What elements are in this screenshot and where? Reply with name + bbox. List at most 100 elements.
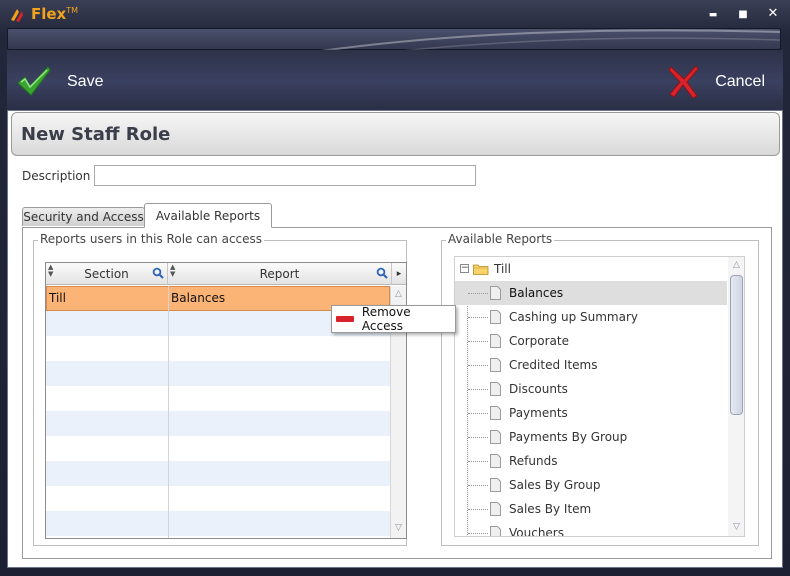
tree-connector: [468, 365, 488, 366]
maximize-icon: ■: [738, 9, 748, 20]
column-chooser-button[interactable]: ▸: [392, 263, 406, 285]
column-header-section-label: Section: [84, 267, 129, 281]
tree-item-label: Cashing up Summary: [509, 310, 638, 324]
collapse-icon[interactable]: −: [460, 264, 469, 273]
window-controls: ▬ ■ ✕: [702, 4, 784, 24]
tree-connector: [468, 413, 488, 414]
document-icon: [490, 502, 501, 516]
document-icon: [490, 334, 501, 348]
tree-item-label: Payments By Group: [509, 430, 628, 444]
app-window: FlexTM ▬ ■ ✕ Save Cancel New Staff Role: [0, 0, 790, 576]
context-menu-label: Remove Access: [361, 305, 411, 333]
empty-row: [46, 461, 390, 486]
document-icon: [490, 310, 501, 324]
empty-row: [46, 486, 390, 511]
tree-item-label: Sales By Item: [509, 502, 592, 516]
tree-item-discounts[interactable]: Discounts: [455, 377, 727, 401]
tree-item-refunds[interactable]: Refunds: [455, 449, 727, 473]
flex-logo-icon: [11, 9, 23, 22]
tree-item-label: Payments: [509, 406, 568, 420]
document-icon: [490, 286, 501, 300]
group-role-reports-legend: Reports users in this Role can access: [38, 232, 265, 246]
document-icon: [490, 478, 501, 492]
tree-item-label: Vouchers: [509, 526, 564, 537]
document-icon: [490, 358, 501, 372]
tree-connector: [468, 485, 488, 486]
close-icon: ✕: [767, 6, 779, 21]
tree-node-till[interactable]: − Till: [458, 257, 728, 281]
magnifier-icon[interactable]: [376, 267, 388, 279]
tree-item-label: Discounts: [509, 382, 568, 396]
tree-connector: [468, 437, 488, 438]
tree-item-balances[interactable]: Balances: [455, 281, 727, 305]
column-header-section[interactable]: ▲ ▼ Section: [46, 263, 168, 285]
column-header-report[interactable]: ▲ ▼ Report: [168, 263, 392, 285]
header-band: New Staff Role: [11, 112, 780, 156]
tree-item-corporate[interactable]: Corporate: [455, 329, 727, 353]
tree-connector: [468, 533, 488, 534]
tree-connector: [468, 461, 488, 462]
tree-item-payments[interactable]: Payments: [455, 401, 727, 425]
context-menu-remove-access[interactable]: Remove Access: [331, 305, 456, 333]
tree-item-sales-by-item[interactable]: Sales By Item: [455, 497, 727, 521]
tree-item-label: Sales By Group: [509, 478, 601, 492]
tree-item-vouchers[interactable]: Vouchers: [455, 521, 727, 537]
maximize-button[interactable]: ■: [732, 4, 754, 24]
scroll-up-icon[interactable]: △: [393, 290, 404, 299]
group-available-reports-legend: Available Reports: [446, 232, 555, 246]
scroll-down-icon[interactable]: ▽: [393, 524, 404, 533]
tree-connector: [468, 317, 488, 318]
document-icon: [490, 430, 501, 444]
tree-item-sales-by-group[interactable]: Sales By Group: [455, 473, 727, 497]
minimize-button[interactable]: ▬: [702, 4, 724, 24]
tree-connector: [468, 389, 488, 390]
cancel-label: Cancel: [715, 73, 765, 90]
save-button[interactable]: Save: [15, 64, 103, 100]
empty-row: [46, 411, 390, 436]
tab-security-and-access[interactable]: Security and Access: [22, 207, 145, 226]
empty-row: [46, 436, 390, 461]
tree-item-label: Credited Items: [509, 358, 598, 372]
group-available-reports: Available Reports − Till Balances Cashin…: [441, 232, 759, 546]
folder-icon: [473, 264, 489, 275]
scroll-down-icon[interactable]: ▽: [731, 523, 742, 532]
empty-row: [46, 386, 390, 411]
empty-row: [46, 511, 390, 536]
close-window-button[interactable]: ✕: [762, 4, 784, 24]
menu-strip: [7, 28, 781, 50]
save-label: Save: [67, 73, 104, 90]
tree-item-payments-by-group[interactable]: Payments By Group: [455, 425, 727, 449]
page-title: New Staff Role: [21, 124, 171, 145]
minimize-icon: ▬: [708, 10, 718, 20]
document-icon: [490, 382, 501, 396]
empty-row: [46, 336, 390, 361]
column-header-report-label: Report: [259, 267, 300, 281]
tree-connector: [468, 341, 488, 342]
scroll-up-icon[interactable]: △: [731, 261, 742, 270]
document-icon: [490, 454, 501, 468]
scroll-thumb[interactable]: [730, 275, 743, 415]
tree-connector: [468, 509, 488, 510]
content-panel: New Staff Role Description Security and …: [7, 110, 783, 568]
document-icon: [490, 406, 501, 420]
tree-item-cashing-up-summary[interactable]: Cashing up Summary: [455, 305, 727, 329]
tree-scrollbar[interactable]: △ ▽: [728, 257, 744, 536]
checkmark-icon: [17, 66, 51, 96]
sort-icon: ▲ ▼: [170, 263, 176, 278]
remove-icon: [336, 316, 354, 322]
cancel-button[interactable]: Cancel: [667, 64, 765, 100]
tab-page-available-reports: Reports users in this Role can access ▲ ▼…: [22, 227, 772, 559]
available-reports-tree: − Till Balances Cashing up Summary Corpo…: [454, 256, 745, 537]
empty-row: [46, 361, 390, 386]
tab-available-reports[interactable]: Available Reports: [144, 203, 272, 228]
cell-section: Till: [47, 287, 169, 311]
grid-header: ▲ ▼ Section ▲ ▼ Report ▸: [46, 263, 406, 285]
description-input[interactable]: [94, 165, 476, 186]
tree-item-label: Balances: [509, 286, 564, 300]
tree-connector: [468, 293, 488, 294]
tree-item-label: Corporate: [509, 334, 569, 348]
magnifier-icon[interactable]: [152, 267, 164, 279]
tree-item-credited-items[interactable]: Credited Items: [455, 353, 727, 377]
toolbar: Save Cancel: [7, 50, 783, 112]
title-bar[interactable]: FlexTM ▬ ■ ✕: [0, 0, 790, 30]
